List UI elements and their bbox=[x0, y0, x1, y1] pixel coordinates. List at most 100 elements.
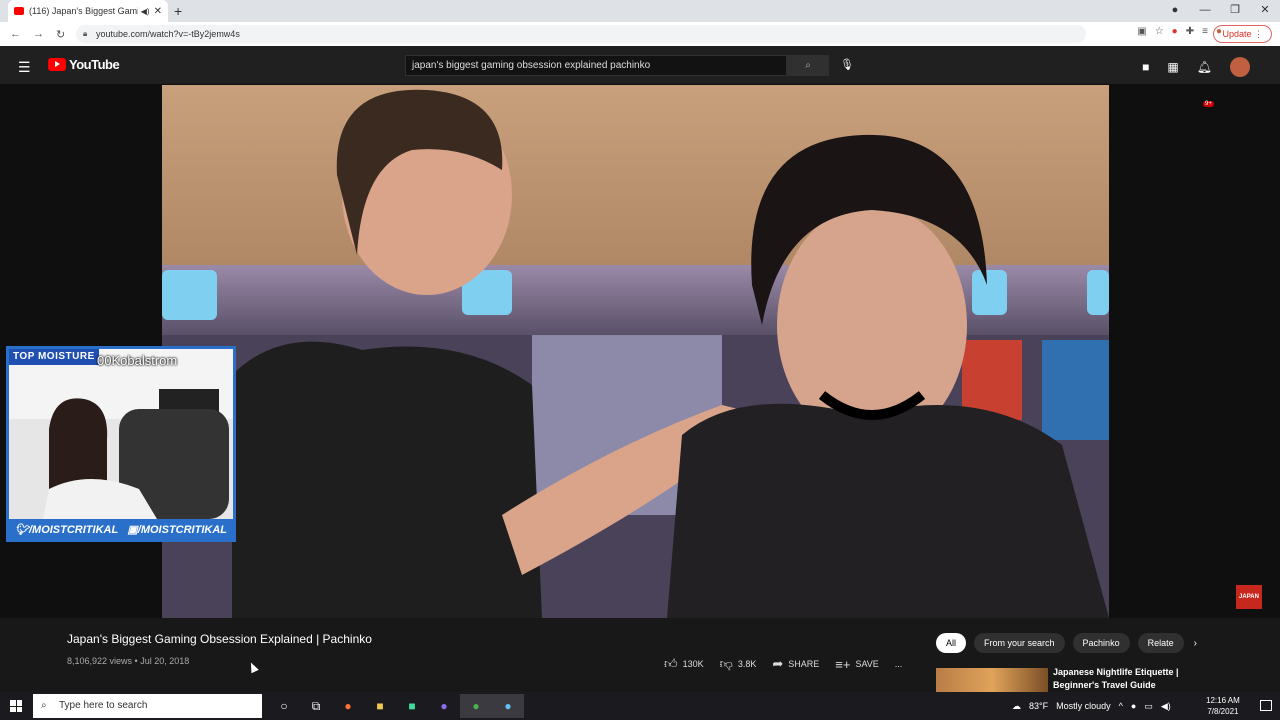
video-title: Japan's Biggest Gaming Obsession Explain… bbox=[67, 632, 372, 646]
tray-app-icon[interactable]: ● bbox=[1131, 701, 1136, 711]
video-info-section: Japan's Biggest Gaming Obsession Explain… bbox=[0, 618, 1280, 694]
webcam-username: 00Kobalstrom bbox=[97, 353, 178, 368]
chip-related[interactable]: Relate bbox=[1137, 633, 1184, 653]
youtube-play-icon bbox=[48, 58, 66, 71]
share-icon: ➦ bbox=[772, 656, 784, 671]
puzzle-icon[interactable]: ✚ bbox=[1186, 26, 1194, 37]
url-field[interactable]: 🔒︎ youtube.com/watch?v=-tBy2jemw4s bbox=[76, 25, 1086, 43]
search-input[interactable]: japan's biggest gaming obsession explain… bbox=[405, 55, 787, 76]
cast-icon[interactable]: ▣ bbox=[1137, 26, 1146, 37]
taskbar-search-placeholder: Type here to search bbox=[59, 700, 148, 711]
avatar[interactable] bbox=[1230, 57, 1250, 77]
thumbs-down-icon: 👎︎ bbox=[719, 656, 733, 671]
system-tray: ☁ 83°F Mostly cloudy ^ ● ▭ ◀) bbox=[1012, 692, 1171, 720]
streamer-webcam-overlay: TOP MOISTURE 00Kobalstrom 🐦︎/MOISTCRITIK… bbox=[6, 346, 236, 542]
profile-icon[interactable]: ● bbox=[1160, 0, 1190, 20]
menu-icon[interactable]: ☰ bbox=[18, 59, 31, 76]
audio-icon[interactable]: ◀) bbox=[141, 7, 150, 16]
webcam-social-bar: 🐦︎/MOISTCRITIKAL ▣/MOISTCRITIKAL bbox=[9, 519, 233, 539]
extension-red-icon[interactable]: ● bbox=[1172, 26, 1178, 37]
recommended-thumbnail[interactable] bbox=[936, 668, 1048, 694]
dislike-button[interactable]: 👎︎ 3.8K bbox=[720, 656, 757, 672]
apps-grid-icon[interactable]: ▦ bbox=[1167, 60, 1178, 74]
webcam-top-label: TOP MOISTURE bbox=[9, 349, 99, 365]
chip-pachinko[interactable]: Pachinko bbox=[1072, 633, 1130, 653]
filter-chips: All From your search Pachinko Relate › bbox=[936, 633, 1197, 653]
playlist-add-icon: ≡+ bbox=[835, 656, 851, 672]
cortana-icon[interactable]: ○ bbox=[268, 694, 300, 718]
browser-tab-bar: (116) Japan's Biggest Gaming ◀) ✕ + ● — … bbox=[0, 0, 1280, 22]
twitch-handle: ▣/MOISTCRITIKAL bbox=[127, 523, 227, 536]
star-icon[interactable]: ☆ bbox=[1155, 26, 1164, 37]
reading-list-icon[interactable]: ≡ bbox=[1202, 26, 1208, 37]
upload-date: Jul 20, 2018 bbox=[140, 656, 190, 666]
chip-from-your-search[interactable]: From your search bbox=[974, 633, 1065, 653]
twitter-handle: 🐦︎/MOISTCRITIKAL bbox=[15, 523, 119, 536]
restore-icon[interactable]: ❐ bbox=[1220, 0, 1250, 20]
url-text: youtube.com/watch?v=-tBy2jemw4s bbox=[96, 29, 240, 39]
search-icon: ⌕ bbox=[41, 700, 47, 711]
video-frame bbox=[162, 85, 1109, 618]
recommended-title[interactable]: Japanese Nightlife Etiquette | Beginner'… bbox=[1053, 666, 1223, 692]
purple-app-icon[interactable]: ● bbox=[428, 694, 460, 718]
forward-icon[interactable]: → bbox=[33, 28, 44, 41]
tray-chevron-up-icon[interactable]: ^ bbox=[1119, 701, 1123, 711]
chevron-right-icon[interactable]: › bbox=[1194, 638, 1197, 649]
video-player[interactable] bbox=[162, 85, 1109, 618]
youtube-logo[interactable]: YouTube bbox=[48, 57, 120, 72]
extension-icons: ▣ ☆ ● ✚ ≡ ● bbox=[1137, 26, 1222, 37]
tab-title: (116) Japan's Biggest Gaming bbox=[29, 6, 138, 16]
thumbs-up-icon: 👍︎ bbox=[664, 656, 678, 671]
window-controls: ● — ❐ ✕ bbox=[1160, 0, 1280, 20]
nav-buttons: ← → ↻ bbox=[10, 28, 65, 41]
close-window-icon[interactable]: ✕ bbox=[1250, 0, 1280, 20]
windows-taskbar: ⌕ Type here to search ○ ⧉ ● ■ ■ ● ● ● ☁ … bbox=[0, 692, 1280, 720]
reload-icon[interactable]: ↻ bbox=[56, 28, 65, 41]
view-count: 8,106,922 views bbox=[67, 656, 133, 666]
clock-time: 12:16 AM bbox=[1206, 696, 1240, 705]
webcam-feed bbox=[9, 349, 233, 539]
video-actions: 👍︎ 130K 👎︎ 3.8K ➦ SHARE ≡+ SAVE ... bbox=[664, 656, 902, 672]
address-bar-row: ← → ↻ 🔒︎ youtube.com/watch?v=-tBy2jemw4s… bbox=[0, 22, 1280, 46]
back-icon[interactable]: ← bbox=[10, 28, 21, 41]
weather-text[interactable]: Mostly cloudy bbox=[1056, 701, 1111, 711]
like-button[interactable]: 👍︎ 130K bbox=[664, 656, 704, 672]
chip-all[interactable]: All bbox=[936, 633, 967, 653]
video-meta: 8,106,922 views • Jul 20, 2018 bbox=[67, 656, 190, 666]
browser-tab[interactable]: (116) Japan's Biggest Gaming ◀) ✕ bbox=[8, 0, 168, 22]
close-tab-icon[interactable]: ✕ bbox=[154, 6, 162, 17]
notifications-bell-icon[interactable]: 🔔︎ bbox=[1197, 60, 1212, 74]
taskbar-clock[interactable]: 12:16 AM 7/8/2021 bbox=[1206, 695, 1240, 717]
new-tab-button[interactable]: + bbox=[174, 3, 182, 19]
volume-icon[interactable]: ◀) bbox=[1161, 701, 1171, 712]
weather-cloud-icon: ☁ bbox=[1012, 700, 1021, 711]
youtube-header: ☰ YouTube japan's biggest gaming obsessi… bbox=[0, 46, 1280, 107]
firefox-icon[interactable]: ● bbox=[332, 694, 364, 718]
microphone-icon[interactable]: 🎙︎ bbox=[840, 58, 854, 71]
network-icon[interactable]: ▭ bbox=[1144, 701, 1153, 712]
update-button[interactable]: Update ⋮ bbox=[1213, 25, 1272, 43]
create-video-icon[interactable]: ■ bbox=[1142, 60, 1149, 74]
clock-date: 7/8/2021 bbox=[1207, 707, 1239, 716]
task-view-icon[interactable]: ⧉ bbox=[300, 694, 332, 718]
logo-text: YouTube bbox=[69, 57, 120, 72]
search-button[interactable]: ⌕ bbox=[787, 55, 829, 76]
windows-start-icon[interactable] bbox=[10, 700, 22, 712]
notification-center-icon[interactable] bbox=[1260, 700, 1272, 711]
youtube-favicon-icon bbox=[14, 7, 24, 15]
file-explorer-icon[interactable]: ■ bbox=[364, 694, 396, 718]
notification-badge: 9+ bbox=[1203, 101, 1214, 107]
chrome-icon[interactable]: ● bbox=[460, 694, 492, 718]
green-app-icon[interactable]: ■ bbox=[396, 694, 428, 718]
temperature[interactable]: 83°F bbox=[1029, 701, 1048, 711]
steam-icon[interactable]: ● bbox=[492, 694, 524, 718]
search-icon: ⌕ bbox=[805, 60, 811, 71]
taskbar-search-input[interactable]: ⌕ Type here to search bbox=[33, 694, 262, 718]
channel-watermark-logo[interactable]: JAPAN bbox=[1236, 585, 1262, 609]
taskbar-apps: ○ ⧉ ● ■ ■ ● ● ● bbox=[268, 694, 524, 718]
share-button[interactable]: ➦ SHARE bbox=[772, 656, 819, 672]
more-actions-button[interactable]: ... bbox=[895, 659, 903, 669]
minimize-icon[interactable]: — bbox=[1190, 0, 1220, 20]
lock-icon: 🔒︎ bbox=[83, 29, 88, 38]
save-button[interactable]: ≡+ SAVE bbox=[835, 657, 879, 672]
